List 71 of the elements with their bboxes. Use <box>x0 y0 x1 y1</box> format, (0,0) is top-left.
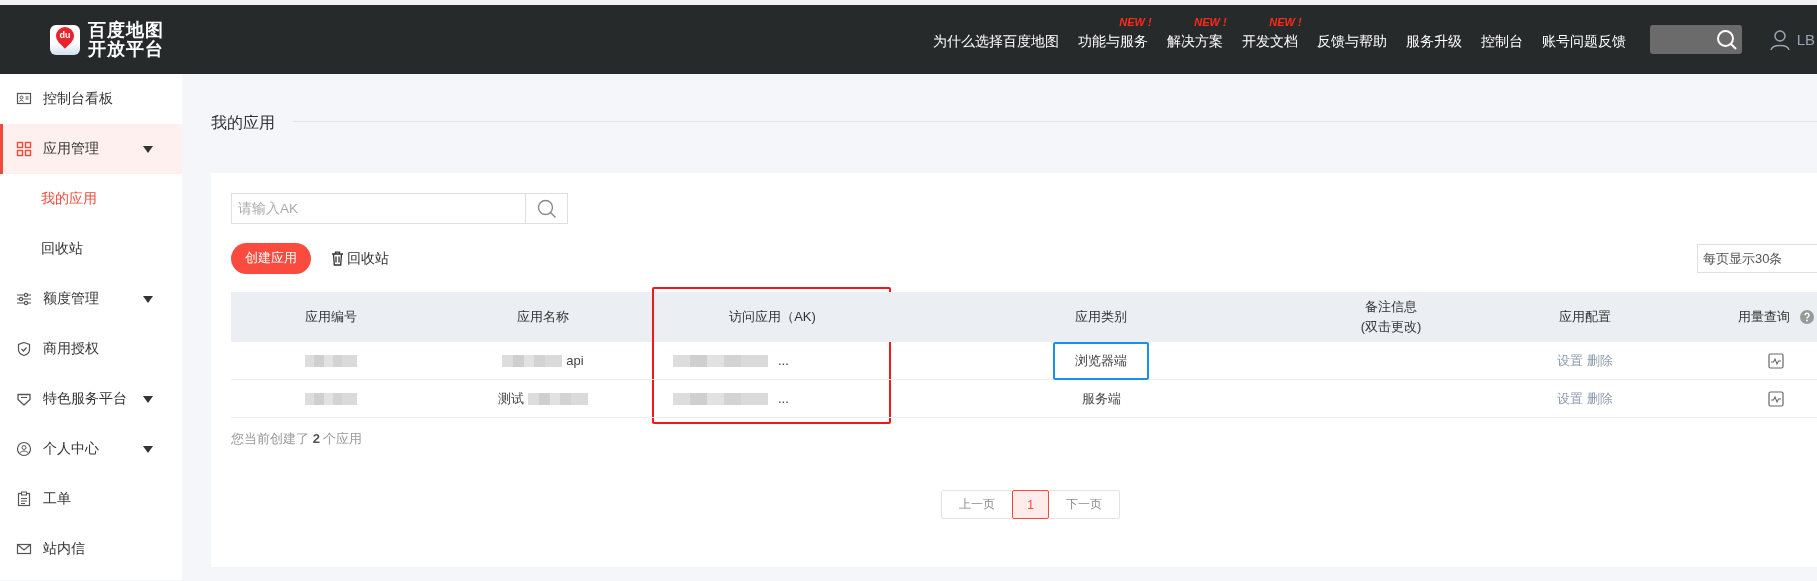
search-icon <box>536 198 557 219</box>
new-label: NEW ! <box>1269 15 1302 28</box>
logo-text: 百度地图 <box>88 20 164 40</box>
id-card-icon <box>16 91 32 107</box>
tag-icon <box>16 391 32 407</box>
blurred-text <box>304 354 357 367</box>
page-title: 我的应用 <box>211 113 275 133</box>
sidebar-item[interactable]: 个人中心 <box>0 424 182 474</box>
caret-icon <box>143 145 153 153</box>
sidebar-item[interactable]: 应用管理 <box>0 124 182 174</box>
new-label: NEW ! <box>1119 15 1152 28</box>
usage-chart-icon[interactable] <box>1768 390 1784 407</box>
blurred-text <box>528 392 588 405</box>
sidebar-item[interactable]: 特色服务平台 <box>0 374 182 424</box>
cell-text: ... <box>778 353 789 368</box>
column-header: 应用配置 <box>1469 292 1701 342</box>
cell-text: api <box>566 353 584 368</box>
blurred-text <box>502 354 563 367</box>
cell-text: 服务端 <box>1081 389 1121 408</box>
nav-link[interactable]: 开发文档 <box>1241 33 1298 49</box>
prev-page-button[interactable]: 上一页 <box>941 490 1014 519</box>
grid-icon <box>16 141 32 157</box>
nav-link[interactable]: 服务升级 <box>1405 33 1462 49</box>
column-header: 访问应用（AK) <box>656 292 889 342</box>
search-field[interactable]: 请输入AK <box>231 193 525 224</box>
nav-link[interactable]: 解决方案 <box>1166 33 1223 49</box>
sidebar-item[interactable]: 额度管理 <box>0 274 182 324</box>
column-sublabel: (双击更改) <box>1360 318 1422 336</box>
blurred-text <box>304 392 357 405</box>
cell-text: ... <box>778 391 789 406</box>
nav-link[interactable]: 控制台 <box>1480 33 1523 49</box>
cell-text: 测试 <box>498 389 524 408</box>
sidebar-subitem[interactable]: 我的应用 <box>0 174 182 224</box>
nav-link[interactable]: 功能与服务 <box>1077 33 1148 49</box>
sidebar-item[interactable]: 工单 <box>0 474 182 524</box>
sidebar-subitem[interactable]: 回收站 <box>0 224 182 274</box>
nav-link[interactable]: 反馈与帮助 <box>1316 33 1387 49</box>
user-icon <box>1769 28 1790 51</box>
page-size-select[interactable]: 每页显示30条 <box>1697 244 1817 273</box>
search-icon <box>1715 28 1738 51</box>
nav-link[interactable]: 账号问题反馈 <box>1541 33 1626 49</box>
sliders-icon <box>16 291 32 307</box>
search-button[interactable] <box>525 193 568 224</box>
mail-icon <box>16 541 32 557</box>
logo-badge-text: du <box>58 28 72 41</box>
next-page-button[interactable]: 下一页 <box>1047 490 1120 519</box>
user-icon <box>16 441 32 457</box>
sidebar-item[interactable]: 商用授权 <box>0 324 182 374</box>
sidebar-item[interactable]: 控制台看板 <box>0 74 182 124</box>
column-header: 应用名称 <box>430 292 656 342</box>
column-header: 应用类别 <box>889 292 1313 342</box>
usage-chart-icon[interactable] <box>1768 352 1784 369</box>
trash-icon <box>331 251 344 266</box>
logo-text: 开放平台 <box>88 39 164 59</box>
column-label: 用量查询 <box>1738 308 1790 326</box>
caret-icon <box>143 445 153 453</box>
sidebar-item[interactable]: 站内信 <box>0 524 182 574</box>
summary-text: 您当前创建了 2 个应用 <box>231 430 364 448</box>
clipboard-icon <box>16 491 32 507</box>
search-field[interactable] <box>1649 25 1742 54</box>
recycle-bin-link[interactable]: 回收站 <box>331 249 389 268</box>
logo-icon[interactable]: du <box>50 24 80 55</box>
caret-icon <box>143 295 153 303</box>
new-label: NEW ! <box>1194 15 1227 28</box>
nav-link[interactable]: 为什么选择百度地图 <box>932 33 1059 49</box>
user-name[interactable]: LB <box>1796 31 1815 48</box>
cell-text: 浏览器端 <box>1053 341 1149 380</box>
shield-icon <box>16 341 32 357</box>
column-label: 备注信息 <box>1365 298 1417 316</box>
caret-icon <box>143 395 153 403</box>
column-header: 应用编号 <box>231 292 430 342</box>
